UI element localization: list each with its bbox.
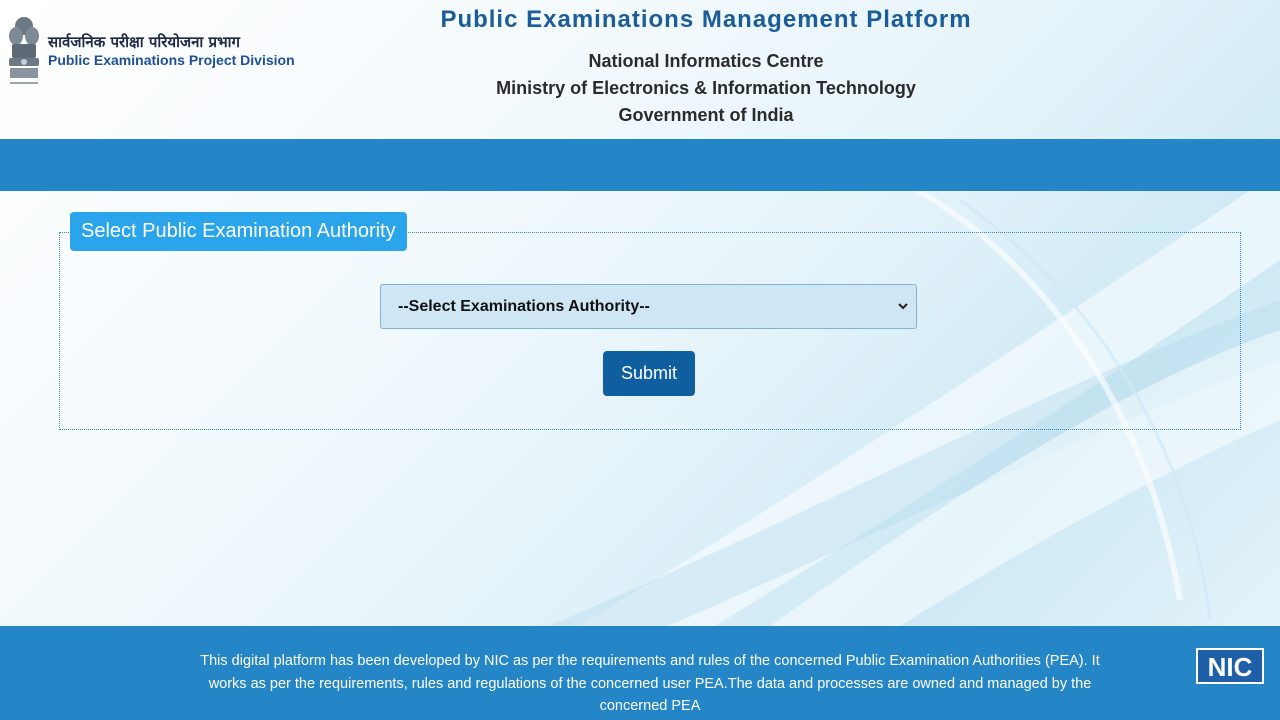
page-header: सार्वजनिक परीक्षा परियोजना प्रभाग Public… — [0, 0, 1280, 139]
submit-button[interactable]: Submit — [603, 351, 695, 396]
authority-select[interactable]: --Select Examinations Authority-- — [380, 284, 917, 329]
nic-logo: NIC — [1196, 648, 1264, 684]
government-name: Government of India — [618, 105, 794, 125]
select-value: --Select Examinations Authority-- — [398, 298, 650, 315]
nav-bar — [0, 139, 1280, 191]
department-name-hindi: सार्वजनिक परीक्षा परियोजना प्रभाग — [48, 33, 240, 51]
footer-disclaimer: This digital platform has been developed… — [200, 653, 1100, 714]
org-name: National Informatics Centre — [588, 51, 824, 71]
panel-legend: Select Public Examination Authority — [70, 212, 407, 251]
chevron-down-icon — [898, 303, 908, 310]
svg-text:NIC: NIC — [1208, 652, 1253, 682]
page-footer: This digital platform has been developed… — [0, 626, 1280, 720]
authority-selection-panel — [59, 232, 1241, 430]
ministry-name: Ministry of Electronics & Information Te… — [496, 78, 916, 98]
page-title: Public Examinations Management Platform — [440, 6, 972, 33]
